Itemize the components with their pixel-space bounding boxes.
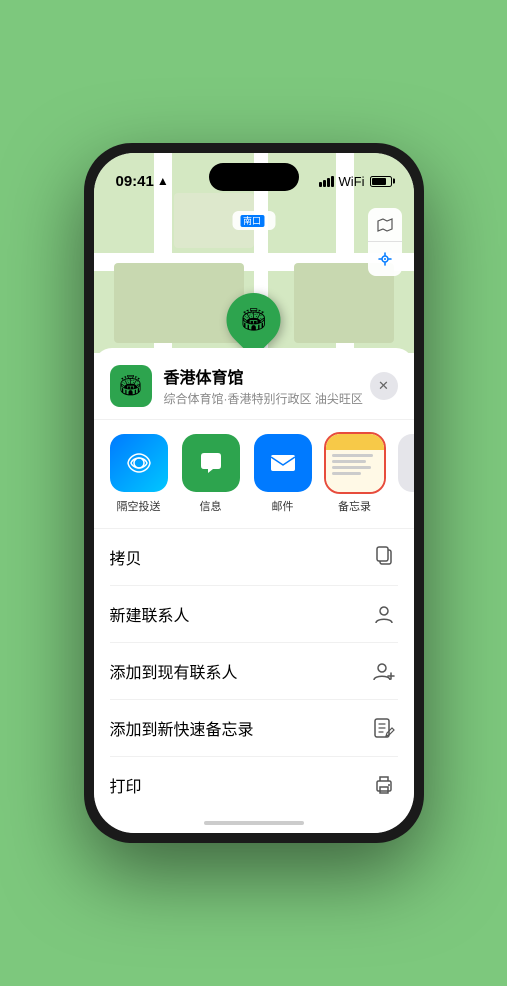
signal-bars-icon — [319, 176, 334, 187]
mail-icon-wrap — [254, 434, 312, 492]
add-contact-icon — [370, 657, 398, 685]
pin-circle: 🏟 — [215, 282, 291, 358]
notes-line-4 — [332, 472, 362, 475]
new-contact-icon — [370, 600, 398, 628]
location-button[interactable] — [368, 242, 402, 276]
message-icon-wrap — [182, 434, 240, 492]
add-existing-label: 添加到现有联系人 — [110, 659, 238, 683]
phone-frame: 09:41 ▲ WiFi — [84, 143, 424, 843]
action-copy[interactable]: 拷贝 — [110, 529, 398, 586]
venue-subtitle: 综合体育馆·香港特别行政区 油尖旺区 — [164, 390, 370, 407]
share-item-mail[interactable]: 邮件 — [254, 434, 312, 514]
wifi-icon: WiFi — [339, 174, 365, 189]
airdrop-icon — [110, 434, 168, 492]
action-add-note[interactable]: 添加到新快速备忘录 — [110, 700, 398, 757]
share-item-more[interactable]: 提 — [398, 434, 414, 514]
share-item-message[interactable]: 信息 — [182, 434, 240, 514]
bottom-sheet: 🏟 香港体育馆 综合体育馆·香港特别行政区 油尖旺区 ✕ — [94, 348, 414, 833]
notes-line-1 — [332, 454, 373, 457]
status-time: 09:41 — [116, 173, 154, 190]
share-item-notes[interactable]: 备忘录 — [326, 434, 384, 514]
notes-header — [326, 434, 384, 450]
close-button[interactable]: ✕ — [370, 372, 398, 400]
copy-icon — [370, 543, 398, 571]
airdrop-label: 隔空投送 — [117, 498, 161, 514]
share-row: 隔空投送 信息 — [94, 420, 414, 529]
action-add-existing[interactable]: 添加到现有联系人 — [110, 643, 398, 700]
notes-lines — [326, 450, 384, 479]
action-print[interactable]: 打印 — [110, 757, 398, 813]
action-new-contact[interactable]: 新建联系人 — [110, 586, 398, 643]
location-arrow-icon: ▲ — [157, 174, 169, 188]
print-icon — [370, 771, 398, 799]
share-item-airdrop[interactable]: 隔空投送 — [110, 434, 168, 514]
mail-label: 邮件 — [272, 498, 294, 514]
print-label: 打印 — [110, 773, 142, 797]
quick-note-icon — [370, 714, 398, 742]
dynamic-island — [209, 163, 299, 191]
map-controls[interactable] — [368, 208, 402, 276]
notes-line-2 — [332, 460, 367, 463]
venue-header: 🏟 香港体育馆 综合体育馆·香港特别行政区 油尖旺区 ✕ — [94, 348, 414, 420]
status-icons: WiFi — [319, 174, 392, 189]
phone-screen: 09:41 ▲ WiFi — [94, 153, 414, 833]
venue-name: 香港体育馆 — [164, 364, 370, 388]
home-indicator — [204, 821, 304, 825]
stadium-icon: 🏟 — [240, 307, 268, 333]
action-list: 拷贝 新建联系人 — [94, 529, 414, 813]
notes-label: 备忘录 — [338, 498, 371, 514]
message-label: 信息 — [200, 498, 222, 514]
location-label: 南口 — [232, 211, 275, 230]
venue-icon: 🏟 — [110, 365, 152, 407]
venue-info: 香港体育馆 综合体育馆·香港特别行政区 油尖旺区 — [164, 364, 370, 407]
copy-label: 拷贝 — [110, 545, 142, 569]
more-icon-wrap — [398, 434, 414, 492]
notes-line-3 — [332, 466, 371, 469]
new-contact-label: 新建联系人 — [110, 602, 190, 626]
notes-icon-inner — [326, 434, 384, 492]
notes-icon-wrap — [326, 434, 384, 492]
add-note-label: 添加到新快速备忘录 — [110, 716, 254, 740]
map-view-button[interactable] — [368, 208, 402, 242]
battery-icon — [370, 176, 392, 187]
